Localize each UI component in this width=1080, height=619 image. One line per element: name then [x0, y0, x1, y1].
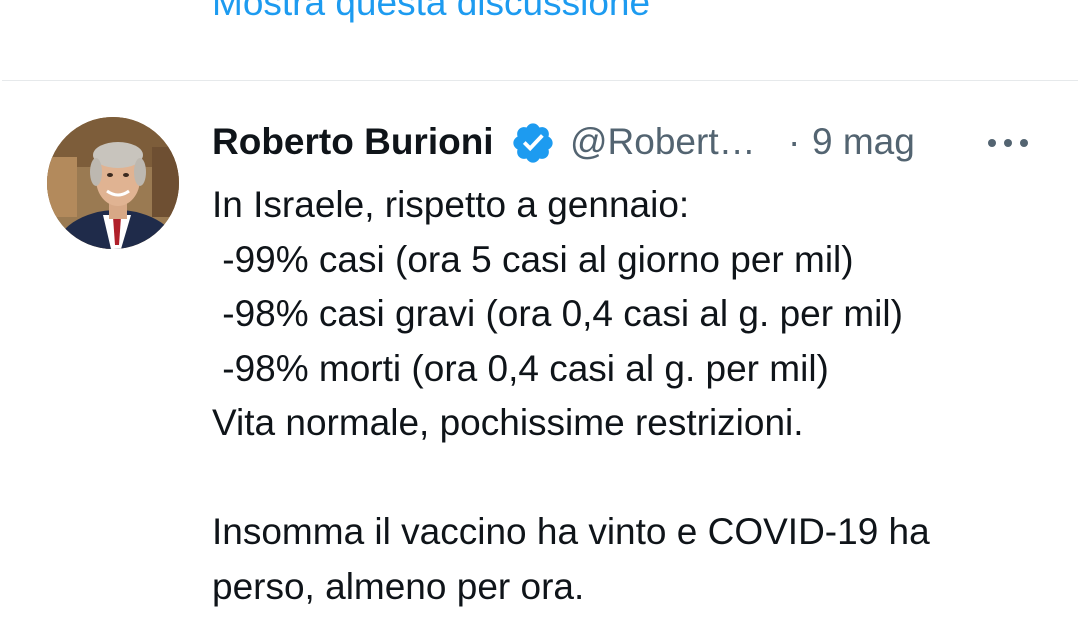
tweet-text-line: In Israele, rispetto a gennaio:: [212, 184, 690, 225]
divider: [2, 80, 1078, 81]
avatar[interactable]: [47, 117, 179, 249]
tweet-text-line: [212, 451, 1072, 506]
tweet-header: Roberto Burioni @Robert… · 9 mag: [212, 118, 1052, 168]
tweet-text-line: -99% casi (ora 5 casi al giorno per mil): [212, 238, 854, 280]
tweet-text-line: -98% morti (ora 0,4 casi al g. per mil): [212, 347, 829, 389]
more-dot: [988, 139, 996, 147]
verified-badge-icon: [513, 123, 553, 163]
author-name[interactable]: Roberto Burioni: [212, 121, 494, 163]
author-handle[interactable]: @Robert…: [570, 121, 756, 163]
tweet-text: In Israele, rispetto a gennaio: -99% cas…: [212, 178, 1072, 614]
avatar-image: [47, 117, 179, 249]
tweet-text-line: -98% casi gravi (ora 0,4 casi al g. per …: [212, 293, 903, 334]
tweet-text-line: Vita normale, pochissime restrizioni.: [212, 402, 804, 443]
show-thread-link[interactable]: Mostra questa discussione: [212, 0, 650, 24]
separator-dot: ·: [788, 121, 801, 162]
more-dot: [1004, 139, 1012, 147]
tweet-time[interactable]: 9 mag: [812, 121, 915, 163]
tweet-text-line: Insomma il vaccino ha vinto e COVID-19 h…: [212, 511, 930, 552]
more-options-icon[interactable]: [986, 132, 1030, 154]
tweet-screen: Mostra questa discussione Roberto Burion…: [0, 0, 1080, 619]
tweet-text-line: perso, almeno per ora.: [212, 565, 585, 607]
more-dot: [1020, 139, 1028, 147]
